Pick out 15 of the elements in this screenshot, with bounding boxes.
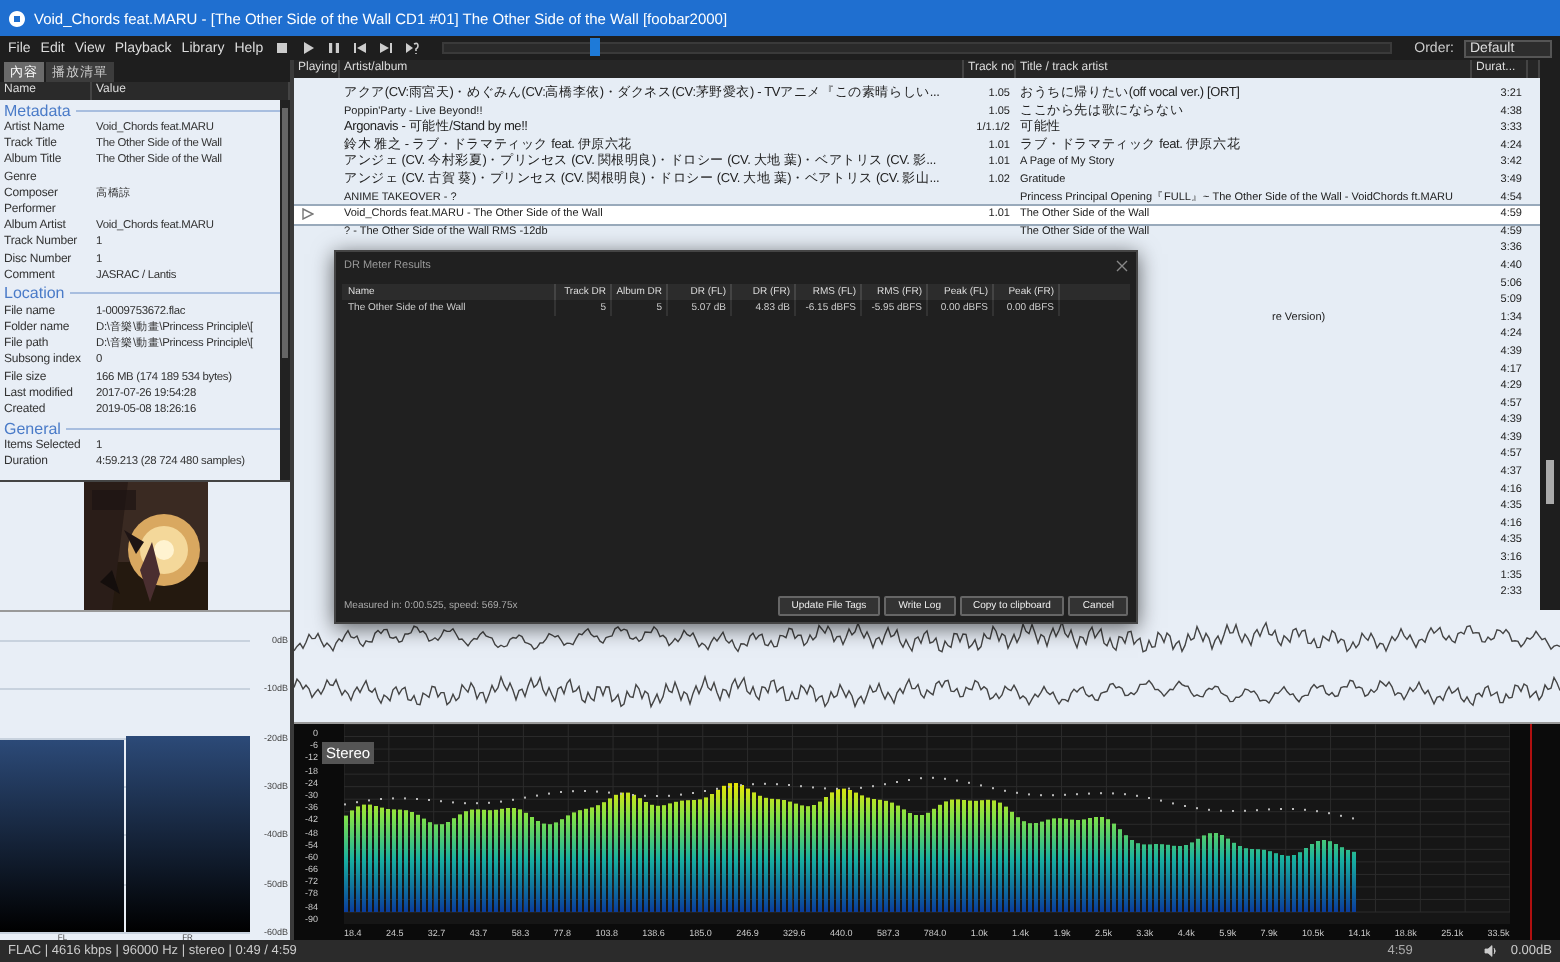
pause-icon[interactable] bbox=[325, 40, 342, 56]
section-heading: Location bbox=[4, 284, 65, 303]
stop-icon[interactable] bbox=[273, 40, 290, 56]
scrollbar-thumb[interactable] bbox=[282, 108, 288, 358]
random-icon[interactable] bbox=[403, 40, 420, 56]
play-icon bbox=[302, 208, 314, 221]
scrollbar-thumb[interactable] bbox=[1546, 460, 1554, 504]
section-heading: Metadata bbox=[4, 101, 71, 119]
previous-icon[interactable] bbox=[351, 40, 368, 56]
play-icon[interactable] bbox=[299, 40, 316, 56]
section-heading: General bbox=[4, 419, 61, 438]
speaker-icon[interactable] bbox=[1484, 944, 1499, 958]
next-icon[interactable] bbox=[377, 40, 394, 56]
close-icon[interactable] bbox=[1116, 260, 1128, 272]
app-icon bbox=[8, 9, 26, 27]
